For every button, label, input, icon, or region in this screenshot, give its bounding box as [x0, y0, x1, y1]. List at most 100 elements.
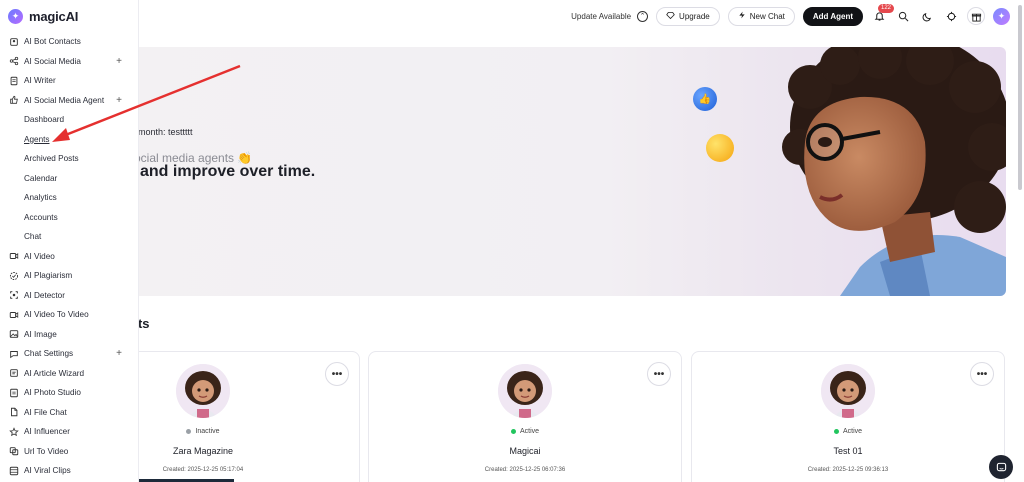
- search-button[interactable]: [895, 8, 911, 24]
- gift-button[interactable]: [967, 7, 985, 25]
- brand-name: magicAI: [29, 8, 79, 24]
- sidebar-item-label: Accounts: [24, 212, 58, 222]
- search-icon: [898, 11, 908, 21]
- hero-title: and improve over time.: [140, 163, 316, 180]
- star-icon: [9, 426, 19, 437]
- plagiarism-icon: [9, 271, 19, 281]
- document-icon: [9, 76, 19, 86]
- sidebar-item-label: Calendar: [24, 173, 58, 183]
- sidebar-item-ai-writer[interactable]: AI Writer: [0, 71, 139, 91]
- status-dot-icon: [833, 428, 839, 434]
- contacts-icon: [9, 37, 19, 47]
- clips-icon: [9, 466, 19, 476]
- bolt-icon: [738, 11, 746, 21]
- expand-plus-icon[interactable]: +: [116, 95, 122, 106]
- notifications-button[interactable]: 122: [871, 4, 894, 24]
- sidebar-item-ai-photo-studio[interactable]: AI Photo Studio: [0, 383, 139, 403]
- agent-created: Created: 2025-12-25 06:07:36: [484, 467, 566, 473]
- page-scrollbar[interactable]: [1018, 5, 1022, 190]
- sidebar-item-label: AI Image: [24, 329, 57, 339]
- sidebar-item-label: AI Detector: [24, 290, 65, 300]
- sidebar-item-accounts[interactable]: Accounts: [0, 208, 139, 228]
- new-chat-label: New Chat: [749, 11, 785, 21]
- add-agent-button[interactable]: Add Agent: [802, 6, 863, 26]
- sidebar-item-ai-bot-contacts[interactable]: AI Bot Contacts: [0, 32, 139, 52]
- more-options-icon[interactable]: •••: [970, 362, 994, 386]
- sidebar-item-label: Chat: [24, 232, 42, 242]
- agent-status-label: Active: [842, 428, 863, 435]
- sidebar-item-label: AI Video: [24, 251, 55, 261]
- chat-bubble-icon: [996, 462, 1006, 471]
- image-icon: [9, 329, 19, 339]
- notification-badge: 122: [877, 4, 894, 13]
- sidebar-item-analytics[interactable]: Analytics: [0, 188, 139, 208]
- sidebar-item-archived-posts[interactable]: Archived Posts: [0, 149, 139, 169]
- sidebar-item-chat-settings[interactable]: Chat Settings +: [0, 344, 139, 364]
- update-label: Update Available: [571, 11, 632, 21]
- sidebar-item-ai-video[interactable]: AI Video: [0, 247, 139, 267]
- agent-card[interactable]: ••• Active Test 01 Created: 2025-12-25 09:3…: [691, 351, 1005, 482]
- sidebar-item-label: AI Video To Video: [24, 310, 89, 320]
- sidebar-item-label: Agents: [24, 134, 50, 144]
- hero-month-text: month: testtttt: [138, 127, 193, 137]
- sidebar: ✦ magicAI AI Bot Contacts AI Social Media…: [0, 0, 139, 482]
- sidebar-item-label: AI Plagiarism: [24, 271, 73, 281]
- sidebar-item-label: AI Article Wizard: [24, 368, 85, 378]
- sidebar-item-calendar[interactable]: Calendar: [0, 169, 139, 189]
- status-dot-icon: [510, 428, 516, 434]
- video-icon: [9, 310, 19, 320]
- agent-avatar: [176, 364, 230, 418]
- more-options-icon[interactable]: •••: [325, 362, 349, 386]
- photo-icon: [9, 388, 19, 398]
- sidebar-item-label: AI Bot Contacts: [24, 37, 81, 47]
- more-options-icon[interactable]: •••: [647, 362, 671, 386]
- target-button[interactable]: [943, 8, 959, 24]
- sidebar-item-ai-article-wizard[interactable]: AI Article Wizard: [0, 364, 139, 384]
- chevron-up-icon[interactable]: ⌃: [637, 10, 649, 22]
- sidebar-item-agents[interactable]: Agents: [0, 130, 139, 150]
- sidebar-item-ai-image[interactable]: AI Image: [0, 325, 139, 345]
- sidebar-item-label: AI Social Media Agent: [24, 95, 105, 105]
- agent-status: Active: [369, 428, 681, 435]
- sidebar-item-ai-video-to-video[interactable]: AI Video To Video: [0, 305, 139, 325]
- brand[interactable]: ✦ magicAI: [8, 6, 78, 26]
- video-icon: [9, 251, 19, 261]
- gift-icon: [971, 13, 981, 22]
- crosshair-icon: [946, 11, 956, 21]
- agent-name: Magicai: [509, 446, 541, 456]
- agent-name: Test 01: [833, 446, 863, 456]
- sidebar-item-ai-detector[interactable]: AI Detector: [0, 286, 139, 306]
- sidebar-item-ai-influencer[interactable]: AI Influencer: [0, 422, 139, 442]
- chat-widget-button[interactable]: [989, 455, 1013, 479]
- sidebar-item-ai-plagiarism[interactable]: AI Plagiarism: [0, 266, 139, 286]
- agent-status-label: Active: [519, 428, 540, 435]
- sidebar-item-ai-social-media-agent[interactable]: AI Social Media Agent +: [0, 91, 139, 111]
- share-icon: [9, 56, 19, 66]
- sidebar-item-chat[interactable]: Chat: [0, 227, 139, 247]
- sidebar-item-label: AI File Chat: [24, 407, 67, 417]
- moon-icon: [922, 12, 931, 21]
- link-icon: [9, 446, 19, 456]
- sidebar-item-label: AI Social Media: [24, 56, 81, 66]
- wizard-icon: [9, 368, 19, 378]
- sidebar-item-label: Url To Video: [24, 446, 69, 456]
- top-header: Update Available ⌃ Upgrade New Chat Add …: [139, 0, 1024, 32]
- agent-status: Active: [692, 428, 1004, 435]
- sparkle-logo-icon: ✦: [8, 8, 23, 24]
- upgrade-button[interactable]: Upgrade: [656, 6, 720, 26]
- sidebar-item-ai-social-media[interactable]: AI Social Media +: [0, 52, 139, 72]
- expand-plus-icon[interactable]: +: [116, 56, 122, 67]
- sidebar-item-label: AI Viral Clips: [24, 466, 71, 476]
- sidebar-item-label: Dashboard: [24, 115, 65, 125]
- sidebar-item-ai-file-chat[interactable]: AI File Chat: [0, 403, 139, 423]
- expand-plus-icon[interactable]: +: [116, 348, 122, 359]
- agent-avatar: [821, 364, 875, 418]
- new-chat-button[interactable]: New Chat: [727, 6, 795, 26]
- dark-mode-toggle[interactable]: [919, 8, 935, 24]
- user-avatar[interactable]: ✦: [993, 7, 1010, 25]
- sidebar-item-ai-viral-clips[interactable]: AI Viral Clips: [0, 461, 139, 481]
- sidebar-item-url-to-video[interactable]: Url To Video: [0, 442, 139, 462]
- agent-card[interactable]: ••• Active Magicai Created: 2025-12-25 06:0…: [368, 351, 682, 482]
- sidebar-item-dashboard[interactable]: Dashboard: [0, 110, 139, 130]
- update-available[interactable]: Update Available ⌃: [571, 10, 649, 22]
